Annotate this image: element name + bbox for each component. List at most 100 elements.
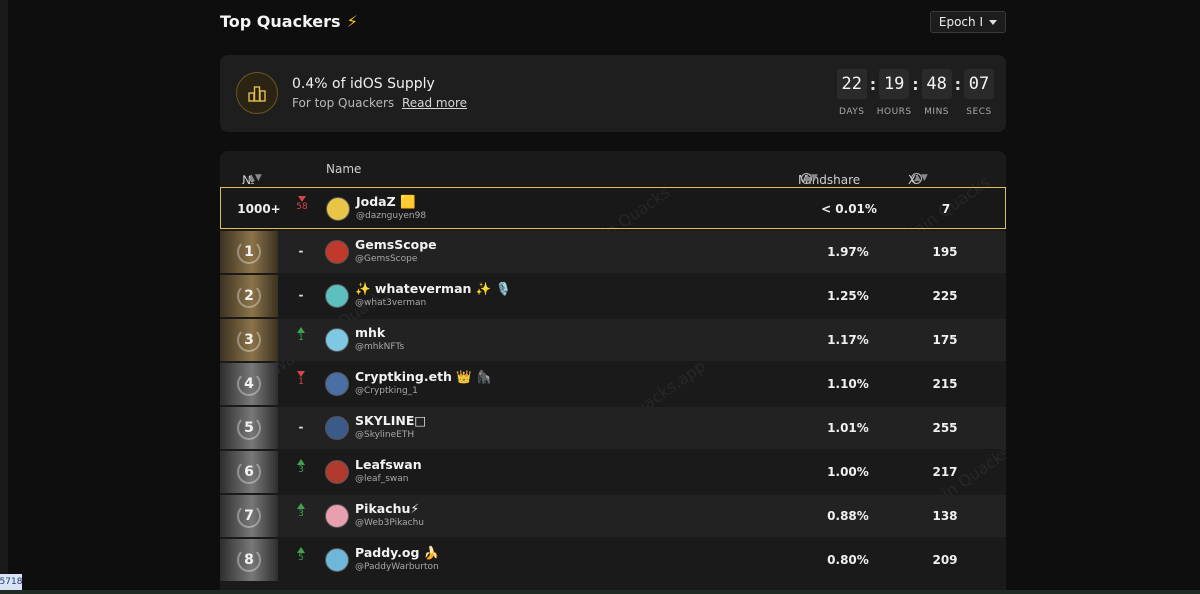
laurel-icon: 4	[235, 370, 263, 398]
page-header: Top Quackers ⚡ Epoch I	[220, 0, 1006, 46]
avatar	[325, 328, 349, 352]
countdown-label: MINS	[924, 107, 950, 117]
user-name: mhk	[355, 325, 386, 340]
user-handle: @Web3Pikachu	[355, 518, 425, 528]
supply-subtext: For top Quackers Read more	[292, 96, 468, 110]
rank-value: 1000+	[237, 202, 281, 216]
laurel-icon: 2	[235, 282, 263, 310]
bottom-scrollbar[interactable]	[0, 590, 1200, 594]
laurel-icon: 3	[235, 326, 263, 354]
rank-badge: 1	[220, 231, 278, 273]
rank-badge: 2	[220, 275, 278, 317]
xscore-value: 7	[941, 202, 951, 216]
countdown-label: SECS	[966, 107, 992, 117]
rank-badge: 4	[220, 363, 278, 405]
table-row[interactable]: 7 3 Pikachu⚡ @Web3Pikachu 0.88% 138	[220, 495, 1006, 537]
laurel-icon: 6	[235, 458, 263, 486]
user-handle: @SkylineETH	[355, 430, 415, 440]
user-handle: @GemsScope	[355, 254, 418, 264]
mindshare-value: 1.17%	[827, 333, 869, 347]
countdown-value: 48	[921, 69, 952, 99]
sort-icon: ▲▼	[804, 173, 818, 183]
countdown-value: 07	[964, 69, 994, 99]
countdown-label: DAYS	[839, 107, 865, 117]
user-handle: @daznguyen98	[356, 211, 427, 221]
leaderboard-table: №▲▼ Name Mindsharei▲▼ X Scorei▲▼ 1000+ 5…	[220, 151, 1006, 594]
xscore-value: 215	[932, 377, 958, 391]
xscore-value: 217	[932, 465, 958, 479]
user-handle: @Cryptking_1	[355, 386, 418, 396]
avatar	[325, 240, 349, 264]
table-row[interactable]: 4 1 Cryptking.eth 👑 🦍 @Cryptking_1 1.10%…	[220, 363, 1006, 405]
user-name: GemsScope	[355, 237, 437, 252]
table-row[interactable]: 6 3 Leafswan @leaf_swan 1.00% 217	[220, 451, 1006, 493]
rank-badge: 5	[220, 407, 278, 449]
rank-change: 1	[294, 371, 308, 387]
avatar	[325, 460, 349, 484]
mindshare-value: 0.80%	[827, 553, 869, 567]
countdown-unit: 19 HOURS	[876, 69, 912, 117]
user-name: ✨ whateverman ✨ 🎙️	[355, 281, 512, 296]
caret-down-icon	[989, 19, 997, 25]
table-row[interactable]: 1 - GemsScope @GemsScope 1.97% 195	[220, 231, 1006, 273]
mindshare-value: 1.10%	[827, 377, 869, 391]
table-row[interactable]: 5 - SKYLINE□ @SkylineETH 1.01% 255	[220, 407, 1006, 449]
laurel-icon: 7	[235, 502, 263, 530]
rank-badge: 8	[220, 539, 278, 581]
read-more-link[interactable]: Read more	[402, 96, 467, 110]
mindshare-value: 1.25%	[827, 289, 869, 303]
laurel-icon: 8	[235, 546, 263, 574]
table-row[interactable]: 3 1 mhk @mhkNFTs 1.17% 175	[220, 319, 1006, 361]
countdown-value: 22	[836, 69, 867, 99]
rank-change: -	[298, 244, 304, 258]
avatar	[326, 197, 350, 221]
laurel-icon: 5	[235, 414, 263, 442]
rank-change: 3	[294, 503, 308, 519]
user-name: SKYLINE□	[355, 413, 427, 428]
current-user-row[interactable]: 1000+ 58 JodaZ 🟨 @daznguyen98 < 0.01% 7	[220, 187, 1006, 229]
mindshare-value: 1.01%	[827, 421, 869, 435]
table-row[interactable]: 2 - ✨ whateverman ✨ 🎙️ @what3verman 1.25…	[220, 275, 1006, 317]
table-row[interactable]: 8 5 Paddy.og 🍌 @PaddyWarburton 0.80% 209	[220, 539, 1006, 581]
countdown-separator: :	[954, 75, 961, 94]
user-handle: @what3verman	[355, 298, 427, 308]
avatar	[325, 372, 349, 396]
rank-change: -	[298, 420, 304, 434]
page-title: Top Quackers ⚡	[220, 12, 358, 31]
mindshare-value: 1.97%	[827, 245, 869, 259]
countdown-unit: 22 DAYS	[836, 69, 867, 117]
rank-change: 3	[294, 459, 308, 475]
rank-change: -	[298, 288, 304, 302]
corner-tag: 5718	[0, 574, 22, 590]
avatar	[325, 504, 349, 528]
user-handle: @PaddyWarburton	[355, 562, 439, 572]
table-header: №▲▼ Name Mindsharei▲▼ X Scorei▲▼	[242, 162, 942, 201]
user-name: Paddy.og 🍌	[355, 545, 440, 560]
name-column-header: Name	[326, 162, 362, 176]
left-edge-strip	[0, 0, 8, 594]
countdown-unit: 07 SECS	[964, 69, 994, 117]
user-handle: @mhkNFTs	[355, 342, 405, 352]
user-name: Leafswan	[355, 457, 422, 472]
xscore-value: 138	[932, 509, 958, 523]
user-name: Cryptking.eth 👑 🦍	[355, 369, 492, 384]
countdown-unit: 48 MINS	[921, 69, 952, 117]
supply-banner: 0.4% of idOS Supply For top Quackers Rea…	[220, 55, 1006, 132]
user-name: Pikachu⚡	[355, 501, 420, 516]
xscore-value: 209	[932, 553, 958, 567]
avatar	[325, 416, 349, 440]
xscore-value: 255	[932, 421, 958, 435]
countdown-separator: :	[912, 75, 919, 94]
rank-badge: 7	[220, 495, 278, 537]
rank-badge: 3	[220, 319, 278, 361]
countdown-timer: 22 DAYS:19 HOURS:48 MINS:07 SECS	[836, 69, 994, 117]
user-name: JodaZ 🟨	[356, 194, 416, 209]
countdown-label: HOURS	[876, 107, 912, 117]
epoch-dropdown[interactable]: Epoch I	[929, 11, 1006, 33]
rank-badge: 6	[220, 451, 278, 493]
avatar	[325, 284, 349, 308]
countdown-separator: :	[869, 75, 877, 94]
user-handle: @leaf_swan	[355, 474, 409, 484]
mindshare-value: 0.88%	[827, 509, 869, 523]
rank-change: 5	[294, 547, 308, 563]
